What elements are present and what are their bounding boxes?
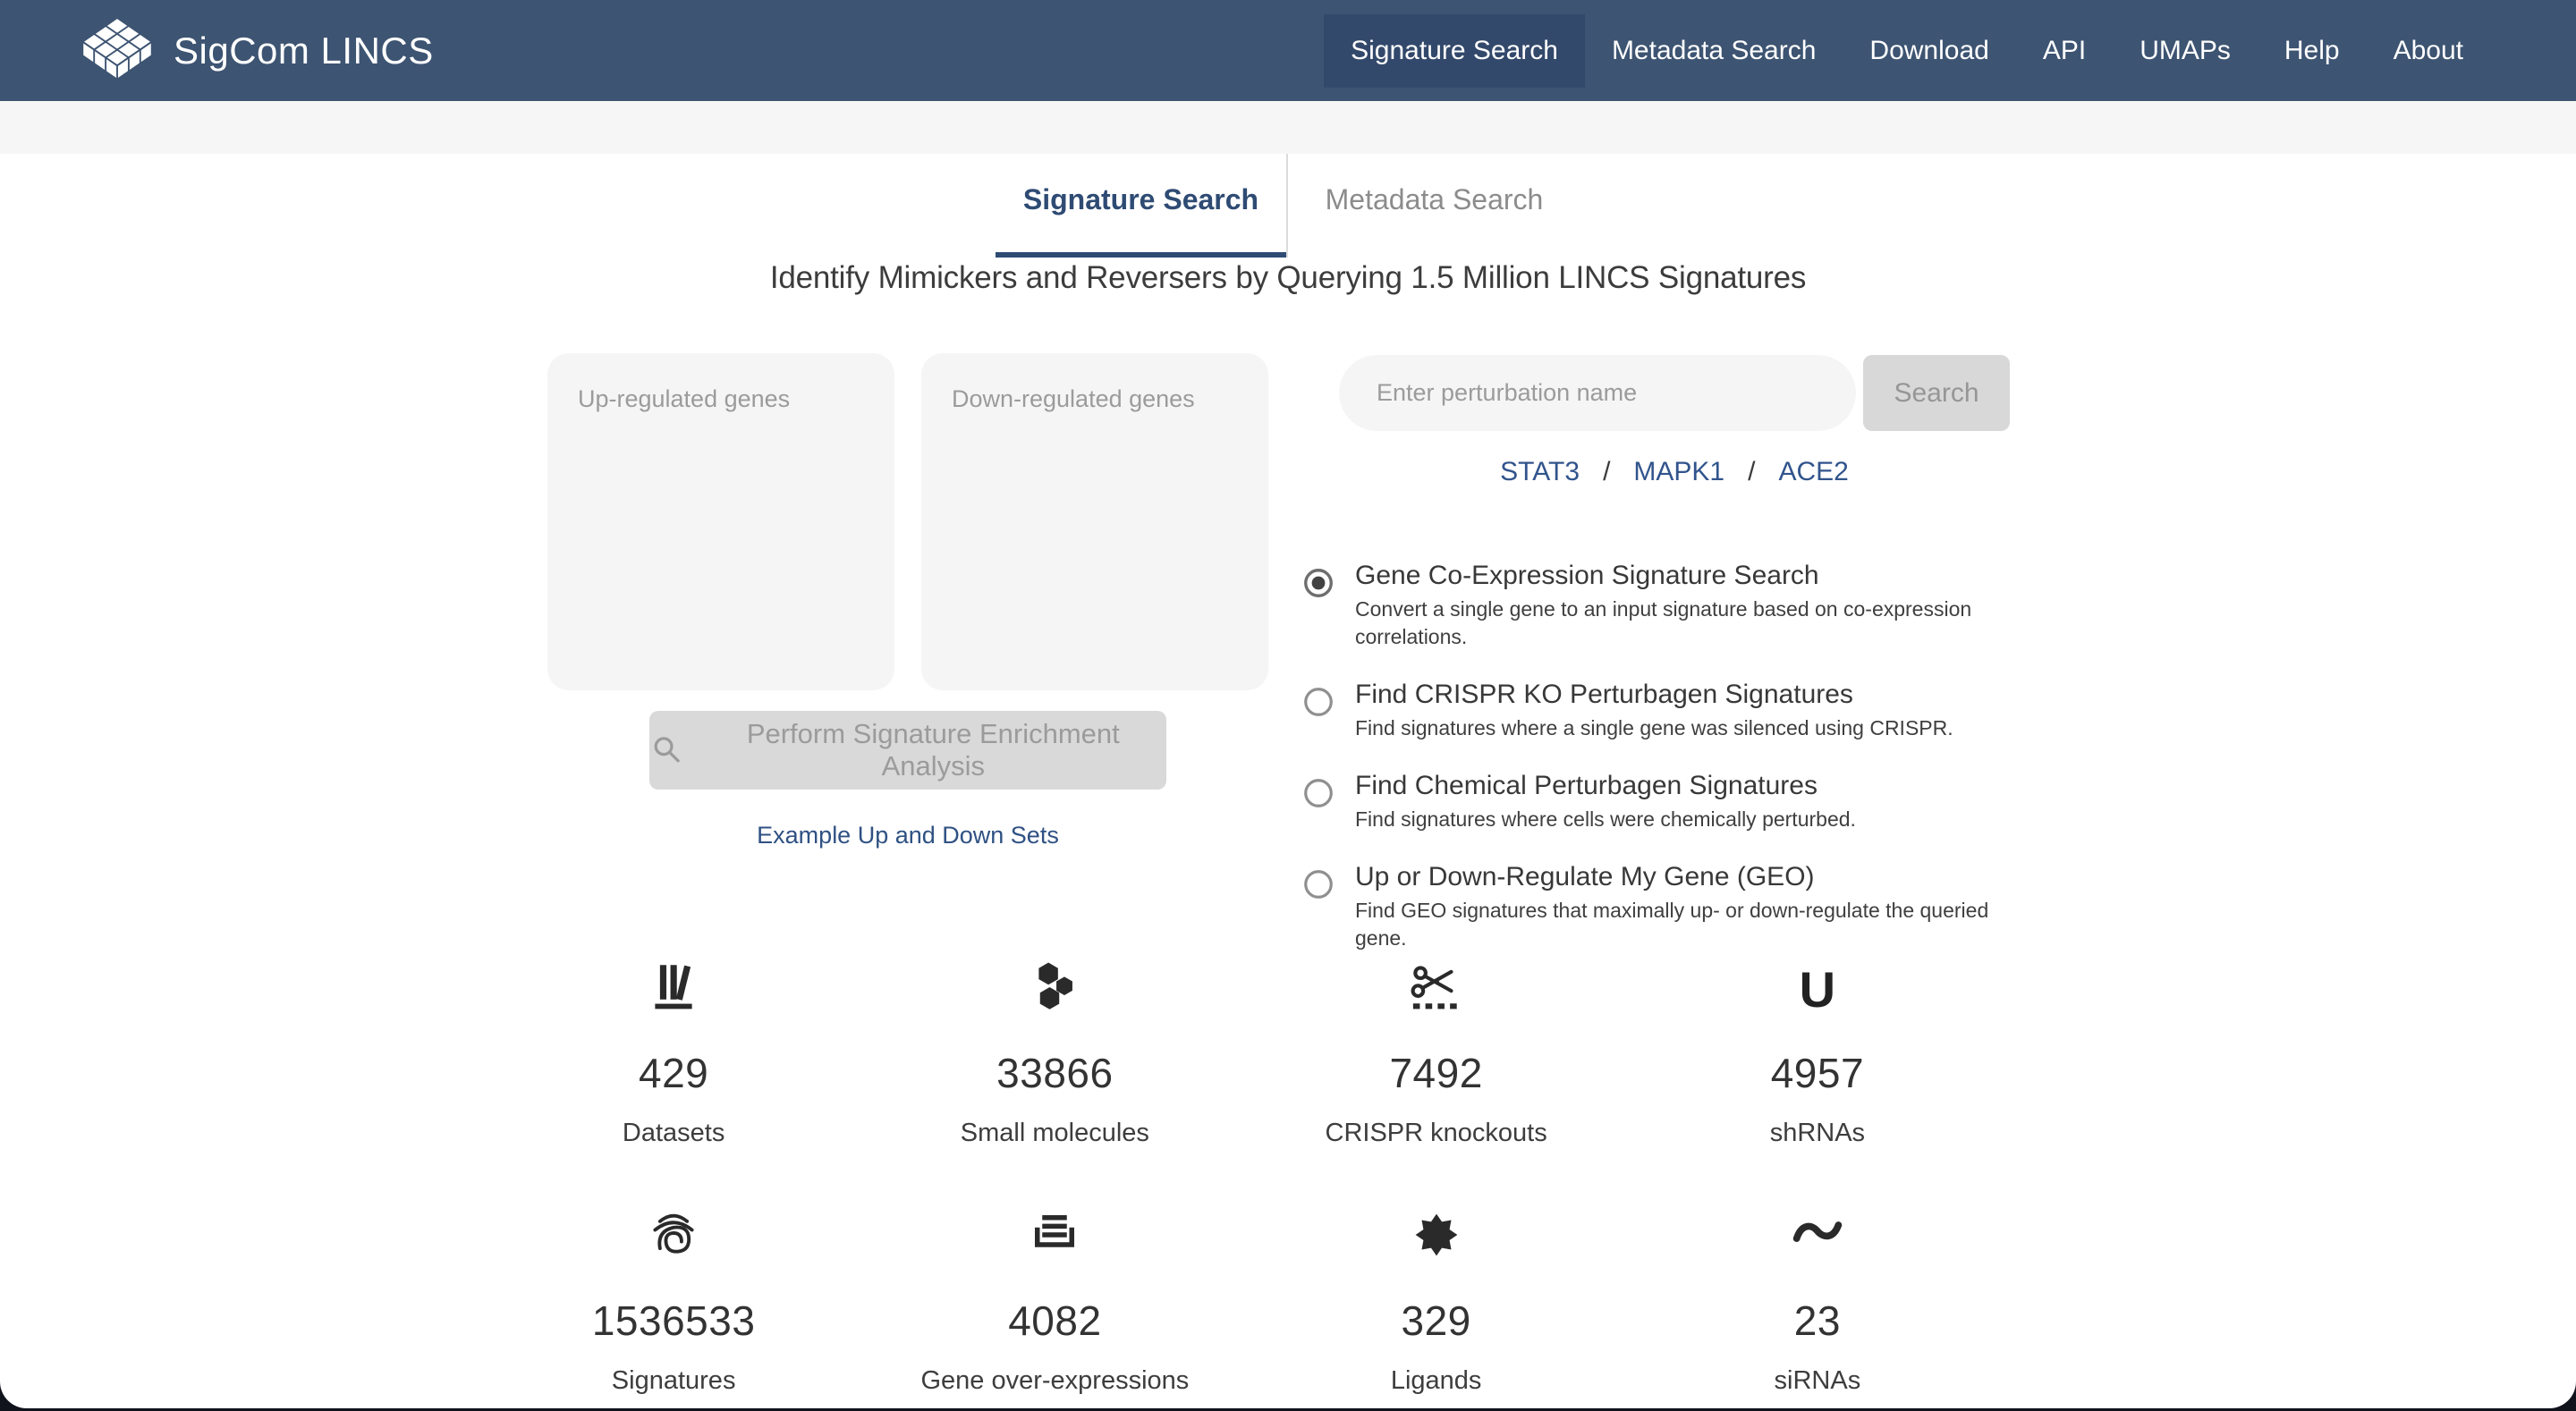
nav-item-download[interactable]: Download [1843, 14, 2015, 88]
option-title: Find CRISPR KO Perturbagen Signatures [1355, 680, 1853, 709]
stat-small-molecules: 33866 Small molecules [864, 952, 1245, 1148]
option-description: Find signatures where cells were chemica… [1355, 807, 1856, 831]
radio-selected-icon [1304, 569, 1333, 597]
library-icon [655, 965, 692, 1010]
top-strip [0, 101, 2576, 154]
stat-value: 23 [1793, 1297, 1841, 1344]
option-geo-gene[interactable]: Up or Down-Regulate My Gene (GEO) Find G… [1301, 860, 2026, 952]
search-mode-radio-group: Gene Co-Expression Signature Search Conv… [1301, 559, 2026, 952]
stat-value: 33866 [996, 1050, 1114, 1096]
nav-item-api[interactable]: API [2016, 14, 2113, 88]
tab-metadata-search[interactable]: Metadata Search [1288, 154, 1580, 258]
sigcom-cubes-logo-icon [81, 16, 153, 80]
search-button[interactable]: Search [1863, 355, 2010, 431]
content-card: Signature Search Metadata Search Identif… [0, 101, 2576, 1408]
radio-unselected-icon [1304, 779, 1333, 807]
option-chemical[interactable]: Find Chemical Perturbagen Signatures Fin… [1301, 769, 2026, 833]
brand-logo[interactable]: SigCom LINCS [79, 8, 434, 94]
stat-label: shRNAs [1769, 1119, 1866, 1147]
scissors-icon [1411, 966, 1460, 1010]
option-description: Convert a single gene to an input signat… [1355, 597, 1972, 648]
stat-label: Small molecules [960, 1119, 1149, 1147]
stats-grid: 429 Datasets 33866 Small molecules 7492 … [483, 952, 2008, 1396]
nav-item-signature-search[interactable]: Signature Search [1324, 13, 1585, 88]
stat-label: Ligands [1390, 1366, 1482, 1395]
molecules-icon [1038, 962, 1073, 1010]
search-icon [654, 737, 680, 763]
option-description: Find GEO signatures that maximally up- o… [1355, 899, 1989, 950]
stat-datasets: 429 Datasets [483, 952, 864, 1148]
nav-item-about[interactable]: About [2367, 14, 2490, 88]
stat-ligands: 329 Ligands [1246, 1200, 1627, 1396]
stat-label: siRNAs [1774, 1366, 1861, 1395]
down-genes-textarea[interactable] [921, 353, 1268, 690]
example-gene-link-ace2[interactable]: ACE2 [1778, 457, 1848, 487]
nav-item-help[interactable]: Help [2258, 14, 2367, 88]
stat-sirnas: 23 siRNAs [1627, 1200, 2008, 1396]
page-tabs: Signature Search Metadata Search [996, 154, 1580, 258]
nav-menu: Signature Search Metadata Search Downloa… [1324, 13, 2490, 88]
stat-label: Datasets [622, 1119, 725, 1147]
stat-value: 4082 [1008, 1297, 1102, 1344]
enrichment-analysis-button[interactable]: Perform Signature Enrichment Analysis [649, 711, 1166, 790]
burst-icon [1415, 1213, 1457, 1256]
stat-signatures: 1536533 Signatures [483, 1200, 864, 1396]
fingerprint-icon [653, 1213, 694, 1254]
stat-value: 429 [639, 1050, 709, 1096]
tilde-icon [1792, 1221, 1843, 1242]
stat-value: 1536533 [591, 1297, 756, 1344]
option-title: Find Chemical Perturbagen Signatures [1355, 771, 1818, 800]
stat-value: 4957 [1770, 1050, 1865, 1096]
stat-value: 329 [1401, 1297, 1471, 1344]
example-gene-link-stat3[interactable]: STAT3 [1500, 457, 1580, 487]
u-glyph-icon: U [1799, 961, 1836, 1018]
radio-unselected-icon [1304, 688, 1333, 716]
page: SigCom LINCS Signature Search Metadata S… [0, 0, 2576, 1411]
option-crispr-ko[interactable]: Find CRISPR KO Perturbagen Signatures Fi… [1301, 678, 2026, 742]
nav-item-metadata-search[interactable]: Metadata Search [1585, 14, 1843, 88]
radio-unselected-icon [1304, 870, 1333, 899]
example-gene-link-mapk1[interactable]: MAPK1 [1633, 457, 1724, 487]
enrichment-button-label: Perform Signature Enrichment Analysis [746, 718, 1120, 782]
example-sets-link[interactable]: Example Up and Down Sets [547, 822, 1268, 849]
nav-item-umaps[interactable]: UMAPs [2113, 14, 2258, 88]
slash-separator: / [1603, 457, 1611, 486]
option-title: Gene Co-Expression Signature Search [1355, 561, 1819, 590]
navbar: SigCom LINCS Signature Search Metadata S… [0, 0, 2576, 101]
option-gene-coexpression[interactable]: Gene Co-Expression Signature Search Conv… [1301, 559, 2026, 651]
stat-shrnas: U 4957 shRNAs [1627, 952, 2008, 1148]
stat-label: CRISPR knockouts [1325, 1119, 1547, 1147]
stat-label: Signatures [611, 1366, 736, 1395]
example-genes-row: STAT3 / MAPK1 / ACE2 [1339, 457, 2010, 487]
option-description: Find signatures where a single gene was … [1355, 716, 1953, 739]
page-title: Identify Mimickers and Reversers by Quer… [769, 260, 1807, 295]
perturbation-input[interactable] [1339, 355, 1856, 431]
slash-separator: / [1748, 457, 1756, 486]
stat-crispr-knockouts: 7492 CRISPR knockouts [1246, 952, 1627, 1148]
stat-value: 7492 [1389, 1050, 1483, 1096]
brand-title: SigCom LINCS [174, 29, 434, 72]
up-genes-textarea[interactable] [547, 353, 894, 690]
stat-gene-overexpressions: 4082 Gene over-expressions [864, 1200, 1245, 1396]
option-title: Up or Down-Regulate My Gene (GEO) [1355, 862, 1815, 891]
tab-signature-search[interactable]: Signature Search [996, 154, 1288, 258]
stat-label: Gene over-expressions [920, 1366, 1190, 1395]
stack-icon [1035, 1215, 1075, 1247]
